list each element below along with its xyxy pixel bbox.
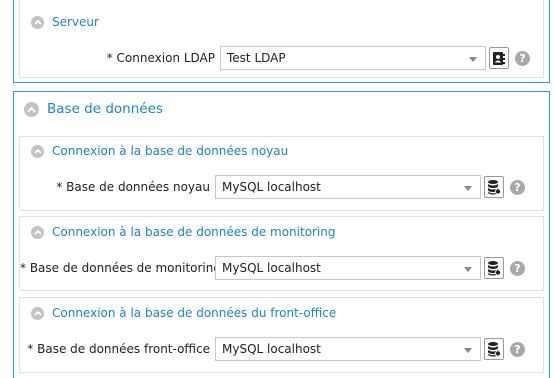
ldap-label: * Connexion LDAP: [106, 51, 215, 65]
db-frontoffice-row: * Base de données front-office MySQL loc…: [20, 337, 525, 361]
db-frontoffice-legend[interactable]: Connexion à la base de données du front-…: [31, 306, 336, 320]
db-core-row: * Base de données noyau MySQL localhost …: [20, 175, 525, 199]
db-monitoring-label: * Base de données de monitoring: [20, 261, 221, 275]
db-frontoffice-title: Connexion à la base de données du front-…: [52, 306, 337, 320]
server-fieldset: Serveur * Connexion LDAP Test LDAP ?: [13, 0, 550, 83]
db-core-label: * Base de données noyau: [56, 180, 210, 194]
db-core-select[interactable]: MySQL localhost: [215, 175, 481, 199]
db-frontoffice-label: * Base de données front-office: [27, 342, 210, 356]
db-core-group: Connexion à la base de données noyau * B…: [19, 136, 544, 211]
database-legend[interactable]: Base de données: [24, 101, 163, 117]
db-monitoring-row: * Base de données de monitoring MySQL lo…: [20, 256, 525, 280]
collapse-chevron-up-icon[interactable]: [31, 306, 44, 320]
help-icon[interactable]: ?: [515, 50, 530, 66]
db-core-title: Connexion à la base de données noyau: [52, 144, 289, 158]
db-monitoring-title: Connexion à la base de données de monito…: [52, 225, 336, 239]
db-monitoring-select[interactable]: MySQL localhost: [215, 256, 481, 280]
chevron-down-icon: [464, 267, 472, 272]
db-monitoring-select-value: MySQL localhost: [222, 261, 321, 275]
db-frontoffice-select[interactable]: MySQL localhost: [215, 337, 481, 361]
database-title: Base de données: [47, 101, 163, 117]
db-core-legend[interactable]: Connexion à la base de données noyau: [31, 144, 288, 158]
help-icon[interactable]: ?: [510, 179, 525, 195]
collapse-chevron-up-icon[interactable]: [31, 225, 44, 239]
database-fieldset: Base de données Connexion à la base de d…: [13, 91, 550, 378]
server-subsection: Serveur * Connexion LDAP Test LDAP ?: [19, 0, 544, 78]
database-icon[interactable]: [484, 257, 504, 279]
database-icon[interactable]: [484, 176, 504, 198]
db-core-select-value: MySQL localhost: [222, 180, 321, 194]
help-icon[interactable]: ?: [510, 260, 525, 276]
ldap-select[interactable]: Test LDAP: [220, 46, 486, 70]
db-frontoffice-group: Connexion à la base de données du front-…: [19, 297, 544, 373]
server-legend[interactable]: Serveur: [31, 15, 99, 29]
ldap-row: * Connexion LDAP Test LDAP ?: [20, 46, 530, 70]
chevron-down-icon: [464, 348, 472, 353]
db-monitoring-group: Connexion à la base de données de monito…: [19, 216, 544, 291]
address-book-icon[interactable]: [489, 47, 509, 69]
collapse-chevron-up-icon[interactable]: [31, 15, 44, 29]
chevron-down-icon: [464, 186, 472, 191]
db-frontoffice-select-value: MySQL localhost: [222, 342, 321, 356]
collapse-chevron-up-icon[interactable]: [31, 144, 44, 158]
database-icon[interactable]: [484, 338, 504, 360]
server-title: Serveur: [52, 15, 99, 29]
db-monitoring-legend[interactable]: Connexion à la base de données de monito…: [31, 225, 336, 239]
chevron-down-icon: [469, 57, 477, 62]
help-icon[interactable]: ?: [510, 341, 525, 357]
ldap-select-value: Test LDAP: [227, 51, 286, 65]
collapse-chevron-up-icon[interactable]: [24, 101, 39, 117]
